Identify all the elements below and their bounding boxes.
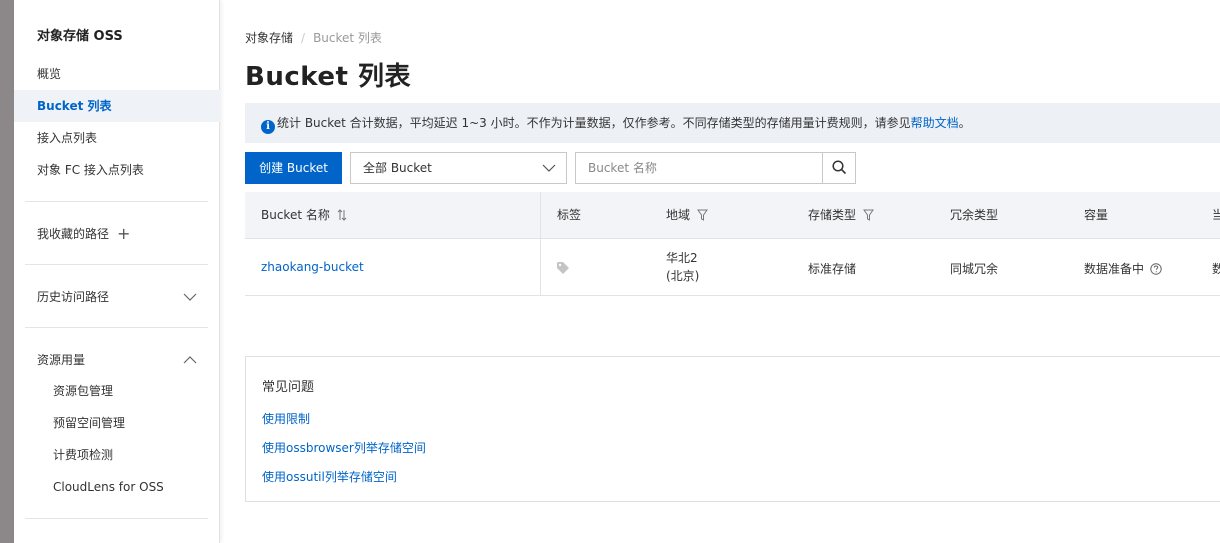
favorites-label: 我收藏的路径 [37,227,110,241]
column-header-tags: 标签 [557,208,582,222]
chevron-down-icon [542,164,556,172]
filter-icon[interactable] [862,209,874,221]
breadcrumb-root[interactable]: 对象存储 [245,31,293,45]
filter-icon[interactable] [696,209,708,221]
chevron-down-icon[interactable] [183,282,197,312]
column-divider [540,192,541,296]
sidebar-item-label: 资源包管理 [53,384,114,398]
partial-cell: 数 [1212,262,1220,276]
sidebar-item-access-points[interactable]: 接入点列表 [14,122,220,154]
sidebar-item-resource-packages[interactable]: 资源包管理 [14,375,220,407]
chevron-up-icon[interactable] [183,345,197,375]
bucket-name-link[interactable]: zhaokang-bucket [261,260,364,274]
resources-label: 资源用量 [37,353,86,367]
column-header-capacity: 容量 [1084,208,1109,222]
sidebar-item-overview[interactable]: 概览 [14,58,220,90]
sort-icon[interactable] [337,209,347,221]
column-region-label: 地域 [666,208,691,222]
sidebar-item-label: 计费项检测 [53,448,114,462]
bucket-search-input[interactable] [576,153,822,183]
sidebar-history[interactable]: 历史访问路径 [14,282,220,312]
page-title: Bucket 列表 [245,62,411,92]
faq-link-ossbrowser[interactable]: 使用ossbrowser列举存储空间 [262,439,426,456]
faq-link-limits[interactable]: 使用限制 [262,410,310,427]
column-header-redundancy: 冗余类型 [950,208,999,222]
sidebar-favorites[interactable]: 我收藏的路径 + [14,219,220,249]
capacity-value: 数据准备中 [1084,262,1145,276]
region-line1: 华北2 [666,251,698,265]
info-notice: i 统计 Bucket 合计数据，平均延迟 1~3 小时。不作为计量数据，仅作参考… [245,103,1220,143]
storage-class-cell: 标准存储 [808,262,857,276]
faq-panel: 常见问题 使用限制 使用ossbrowser列举存储空间 使用ossutil列举… [245,356,1220,502]
faq-title: 常见问题 [262,380,315,395]
bucket-filter-select[interactable]: 全部 Bucket [350,152,567,184]
table-header: Bucket 名称 标签 地域 存储类型 冗余类型 容量 当 [245,192,1220,239]
sidebar-divider [25,201,208,202]
main-content: 对象存储 / Bucket 列表 Bucket 列表 i 统计 Bucket 合计数据… [221,0,1220,543]
faq-link-ossutil[interactable]: 使用ossutil列举存储空间 [262,468,397,485]
sidebar-item-fc-access-points[interactable]: 对象 FC 接入点列表 [14,154,220,186]
tag-icon[interactable] [556,261,570,275]
sidebar-item-label: 接入点列表 [37,131,98,145]
help-circle-icon[interactable] [1150,263,1162,275]
sidebar-resources[interactable]: 资源用量 [14,345,220,375]
bucket-filter-value: 全部 Bucket [363,161,432,175]
notice-end: 。 [958,116,971,130]
breadcrumb-current: Bucket 列表 [313,31,382,45]
sidebar-item-label: 概览 [37,67,62,81]
sidebar-divider [25,327,208,328]
capacity-cell: 数据准备中 [1084,260,1162,277]
redundancy-cell: 同城冗余 [950,262,999,276]
column-name-label: Bucket 名称 [261,208,330,222]
sidebar-item-label: 对象 FC 接入点列表 [37,163,144,177]
create-bucket-button[interactable]: 创建 Bucket [245,152,342,184]
column-header-region[interactable]: 地域 [666,192,708,239]
history-label: 历史访问路径 [37,290,110,304]
sidebar-item-label: CloudLens for OSS [53,480,164,494]
table-row: zhaokang-bucket 华北2 (北京) 标准存储 同城冗余 数据准备中… [245,239,1220,296]
plus-icon[interactable]: + [117,219,130,249]
sidebar-item-label: 预留空间管理 [53,416,126,430]
breadcrumb: 对象存储 / Bucket 列表 [245,29,382,46]
sidebar-item-billing-check[interactable]: 计费项检测 [14,439,220,471]
region-cell: 华北2 (北京) [666,249,699,285]
search-button[interactable] [822,153,855,183]
sidebar-divider [25,264,208,265]
sidebar-item-reserved-space[interactable]: 预留空间管理 [14,407,220,439]
sidebar-item-cloudlens[interactable]: CloudLens for OSS [14,471,220,503]
breadcrumb-separator: / [301,31,306,45]
left-edge-strip [0,0,14,543]
column-header-name[interactable]: Bucket 名称 [261,192,347,239]
search-icon [832,160,847,175]
region-line2: (北京) [666,269,700,283]
notice-text: 统计 Bucket 合计数据，平均延迟 1~3 小时。不作为计量数据，仅作参考。… [277,116,911,130]
sidebar-divider [25,518,208,519]
sidebar: 对象存储 OSS 概览 Bucket 列表 接入点列表 对象 FC 接入点列表 … [14,0,220,543]
sidebar-title: 对象存储 OSS [37,29,123,44]
column-storage-label: 存储类型 [808,208,857,222]
help-doc-link[interactable]: 帮助文档 [911,116,959,130]
sidebar-item-label: Bucket 列表 [37,99,112,113]
sidebar-item-bucket-list[interactable]: Bucket 列表 [14,90,220,122]
bucket-search [575,152,856,184]
column-header-storage-class[interactable]: 存储类型 [808,192,874,239]
column-header-partial: 当 [1212,208,1220,222]
info-icon: i [261,120,275,134]
